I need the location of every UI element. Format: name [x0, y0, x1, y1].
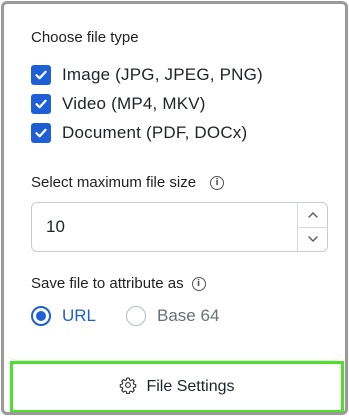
gear-icon	[119, 376, 137, 399]
checkbox-image-label: Image (JPG, JPEG, PNG)	[62, 65, 263, 84]
file-settings-label: File Settings	[146, 378, 235, 395]
content-divider	[9, 353, 340, 361]
max-size-label-row: Select maximum file size i	[31, 174, 225, 191]
file-settings-button[interactable]: File Settings	[10, 361, 344, 412]
file-type-heading: Choose file type	[31, 29, 139, 46]
radio-url-label: URL	[62, 306, 97, 325]
stepper-up-button[interactable]	[298, 203, 327, 227]
chevron-down-icon	[307, 236, 318, 242]
stepper-down-button[interactable]	[298, 226, 327, 252]
info-icon[interactable]: i	[191, 276, 206, 291]
max-size-value[interactable]: 10	[46, 217, 297, 237]
save-as-label: Save file to attribute as	[31, 275, 184, 292]
checkbox-checked-icon[interactable]	[31, 94, 51, 114]
radio-base64-label: Base 64	[157, 306, 220, 325]
checkbox-image[interactable]: Image (JPG, JPEG, PNG)	[31, 63, 263, 87]
max-size-input[interactable]: 10	[31, 202, 328, 252]
checkbox-checked-icon[interactable]	[31, 123, 51, 143]
max-size-label: Select maximum file size	[31, 174, 197, 191]
quantity-stepper[interactable]	[297, 203, 327, 251]
checkbox-video[interactable]: Video (MP4, MKV)	[31, 92, 206, 116]
radio-unselected-icon[interactable]	[126, 306, 147, 326]
info-icon[interactable]: i	[210, 175, 225, 190]
chevron-up-icon	[307, 212, 318, 218]
file-settings-panel: Choose file type Image (JPG, JPEG, PNG) …	[1, 1, 348, 415]
checkbox-checked-icon[interactable]	[31, 65, 51, 85]
save-as-radio-group: URL Base 64	[31, 306, 249, 326]
save-as-label-row: Save file to attribute as i	[31, 275, 206, 292]
radio-base64[interactable]: Base 64	[126, 306, 219, 326]
checkbox-document-label: Document (PDF, DOCx)	[62, 123, 248, 142]
radio-url[interactable]: URL	[31, 306, 96, 326]
checkbox-video-label: Video (MP4, MKV)	[62, 94, 206, 113]
radio-selected-icon[interactable]	[31, 306, 51, 326]
checkbox-document[interactable]: Document (PDF, DOCx)	[31, 121, 247, 145]
